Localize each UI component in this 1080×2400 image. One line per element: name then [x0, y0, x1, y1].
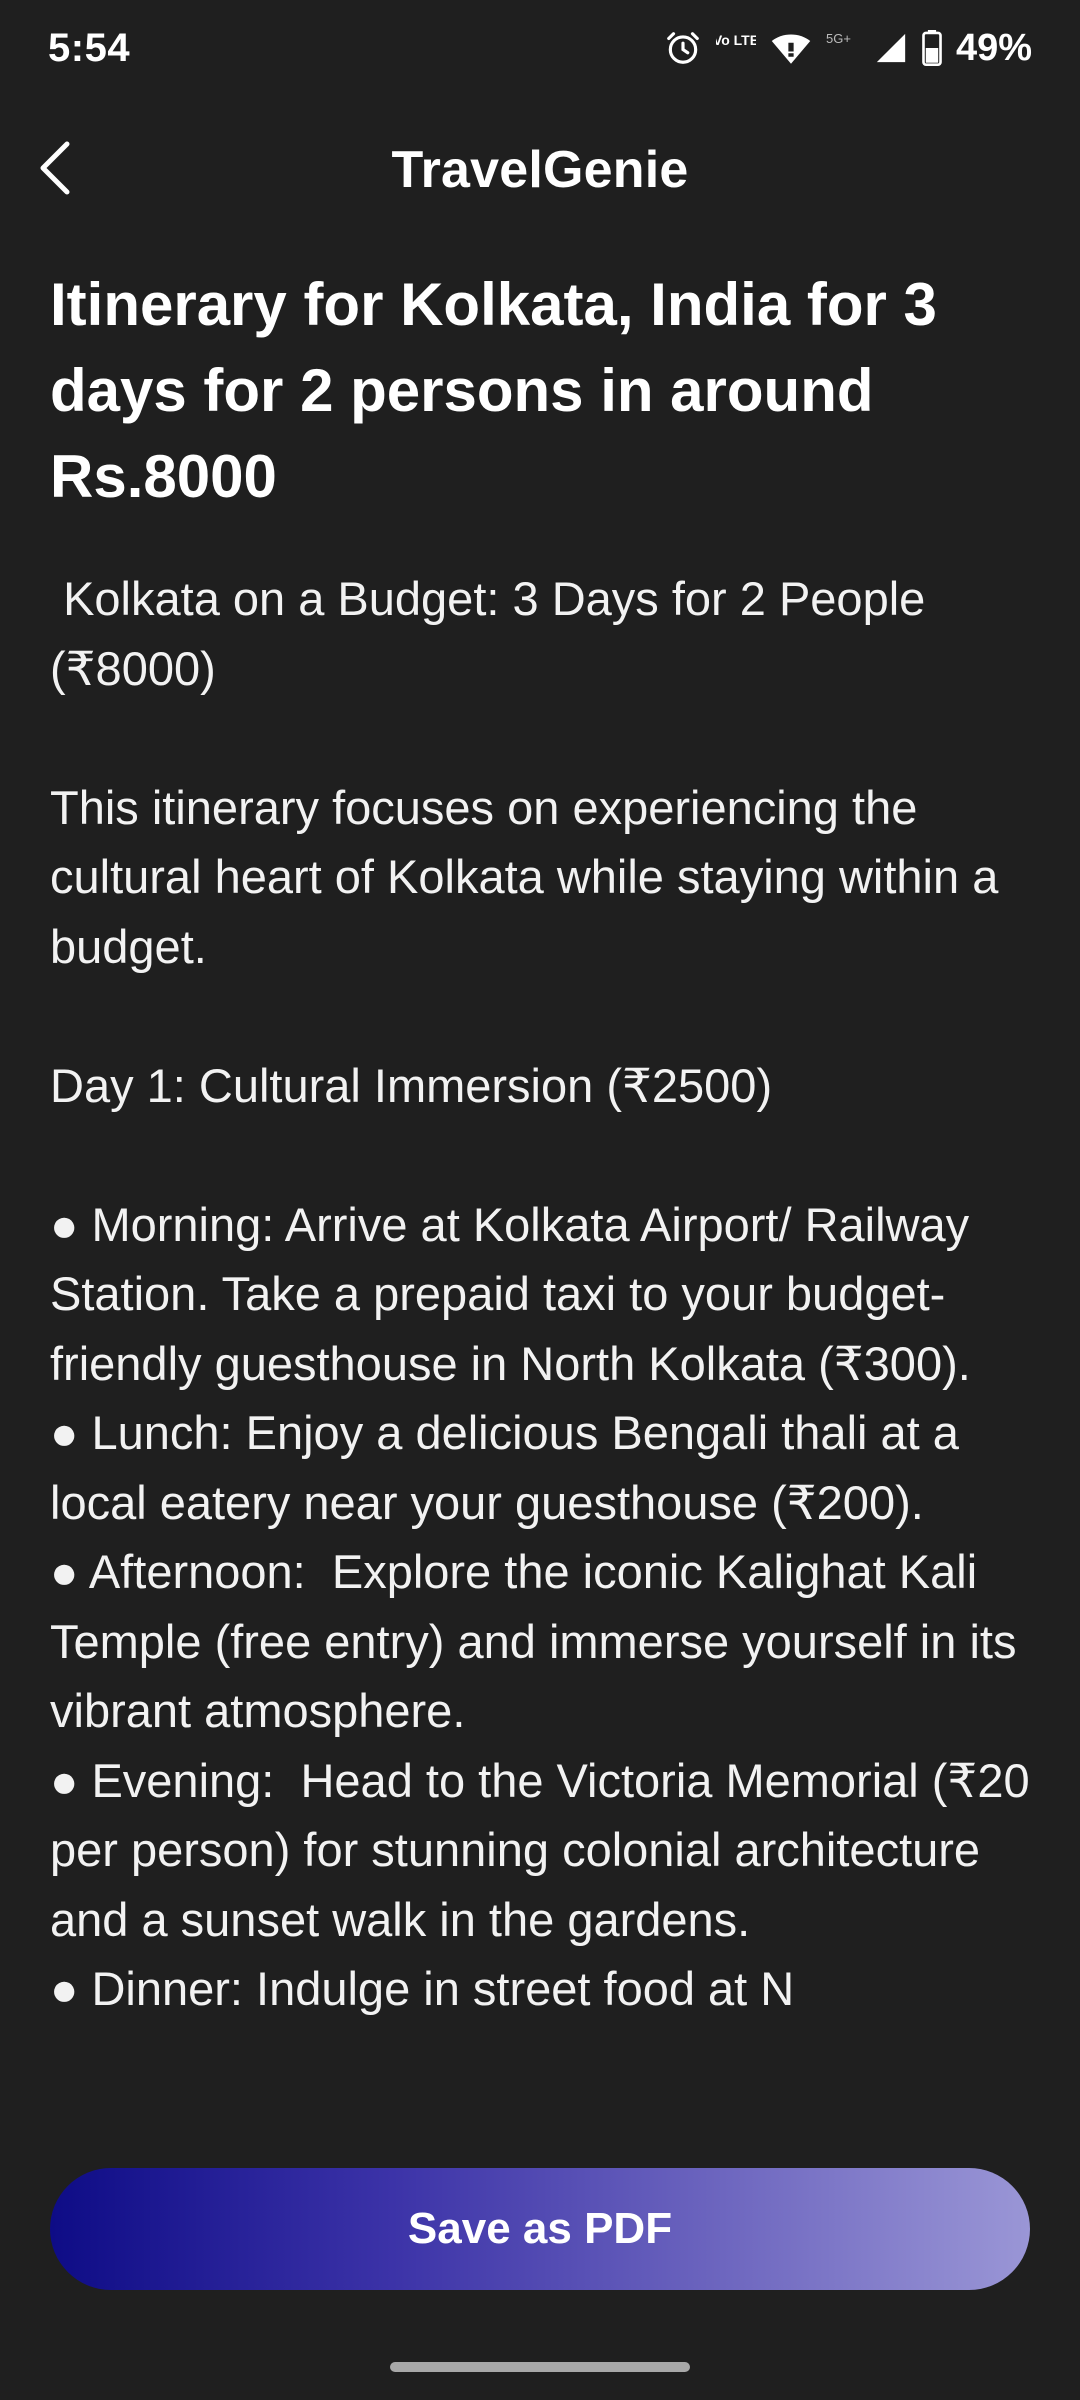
alarm-icon	[664, 29, 702, 67]
itinerary-body: Kolkata on a Budget: 3 Days for 2 People…	[50, 572, 1030, 2015]
wifi-icon	[770, 30, 812, 66]
save-as-pdf-button[interactable]: Save as PDF	[50, 2168, 1030, 2290]
gesture-nav-bar[interactable]	[390, 2362, 690, 2372]
status-icons: Vo LTE 5G+ 49%	[664, 27, 1032, 70]
itinerary-scroll-area[interactable]: Itinerary for Kolkata, India for 3 days …	[50, 262, 1035, 2120]
battery-percent: 49%	[955, 26, 1032, 69]
signal-icon	[874, 31, 908, 65]
network-type-icon: 5G+	[826, 29, 860, 67]
save-as-pdf-label: Save as PDF	[407, 2204, 673, 2253]
itinerary-heading: Itinerary for Kolkata, India for 3 days …	[50, 271, 937, 510]
app-title: TravelGenie	[391, 141, 689, 199]
battery-icon	[922, 30, 942, 66]
app-bar: TravelGenie	[0, 110, 1080, 230]
volte-label: Vo LTE	[716, 32, 756, 48]
status-bar: 5:54 Vo LTE 5G+ 49%	[0, 0, 1080, 96]
status-time: 5:54	[48, 25, 131, 70]
network-label: 5G+	[826, 31, 851, 46]
volte-icon: Vo LTE	[716, 29, 756, 67]
